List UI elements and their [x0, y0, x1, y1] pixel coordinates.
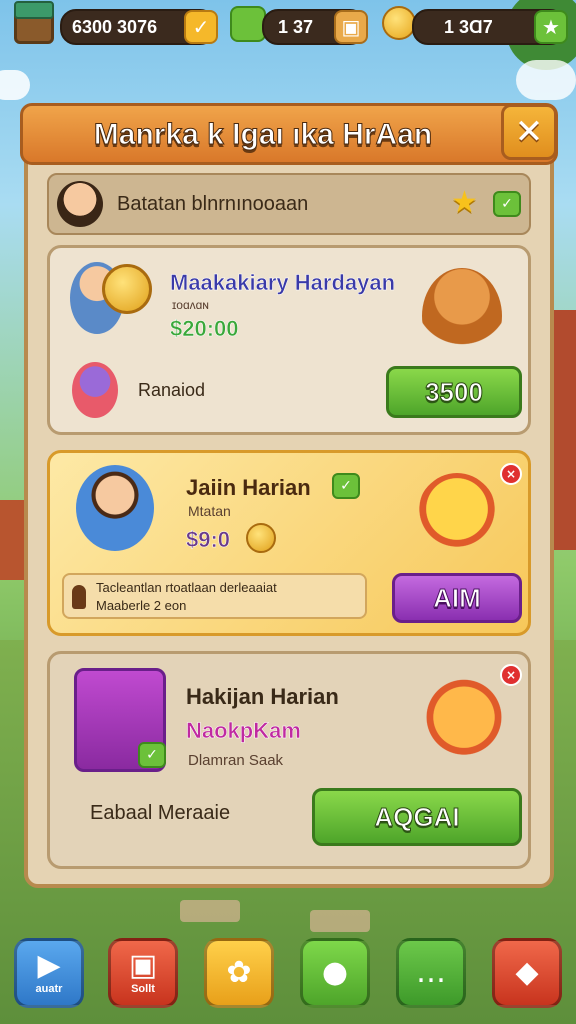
- notification-badge: ×: [500, 463, 522, 485]
- nav-gift-button[interactable]: ◆: [492, 938, 562, 1008]
- player-subbar: Batatan blnrnınooaan ★ ✓: [47, 173, 531, 235]
- checkmark-icon: ✓: [138, 742, 166, 768]
- card-amount: $9:0: [186, 527, 231, 553]
- card-secondary-label: Eabaal Meraaie: [90, 802, 231, 824]
- background-stone: [180, 900, 240, 922]
- info-line: Maaberle 2 eon: [96, 598, 187, 613]
- nav-label: auatr: [35, 983, 63, 995]
- bell-icon: [72, 585, 86, 609]
- golden-coin-icon: [102, 264, 152, 314]
- task-card: ✓ Hakijan Harian NaokpKam Dlamran Saak ×…: [47, 651, 531, 869]
- background-cloud: [516, 60, 576, 100]
- resource-energy-value: 1 37: [278, 16, 314, 37]
- bear-mascot: [422, 268, 502, 364]
- play-icon: ▶: [37, 948, 61, 983]
- subbar-label: Batatan blnrnınooaan: [117, 192, 309, 215]
- panel-header: Manrka k Igaı ıka HrAan ✕: [20, 103, 558, 165]
- card-subtitle: Mtatan: [188, 503, 231, 519]
- checkmark-icon: ✓: [332, 473, 360, 499]
- card-title: Jaiin Harian: [186, 475, 311, 500]
- chat-bubble-icon: ●: [321, 955, 349, 990]
- background-cloud: [0, 70, 30, 100]
- claim-button[interactable]: 3500: [386, 366, 522, 418]
- close-button[interactable]: ✕: [501, 104, 557, 160]
- star-icon: ★: [451, 185, 478, 220]
- card-secondary-label: Ranaiod: [138, 380, 206, 400]
- info-box: Tacleantlan rtoatlaan derleaaiat Maaberl…: [62, 573, 367, 619]
- chick-mascot: [416, 473, 498, 563]
- notification-badge: ×: [500, 664, 522, 686]
- chest-resource-icon: [14, 1, 54, 44]
- card-title: Maakakiary Hardayan: [170, 270, 396, 296]
- panel-title: Manrka k Igaı ıka HrAan: [93, 118, 433, 152]
- task-card-highlighted: Jaiin Harian ✓ Mtatan $9:0 × Tacleantlan…: [47, 450, 531, 636]
- orange-mascot: [422, 674, 506, 770]
- nav-puzzle-button[interactable]: ✿: [204, 938, 274, 1008]
- resource-gems: 6300 3076 ✓: [60, 9, 218, 45]
- card-amount: $20:00: [170, 316, 239, 342]
- task-card: Maakakiary Hardayan ɪoɑʌɑɴ $20:00 Ranaio…: [47, 245, 531, 435]
- coin-icon: [246, 523, 276, 553]
- shop-box-icon: ▣: [128, 948, 158, 983]
- nav-shop-button[interactable]: ▣ Sollt: [108, 938, 178, 1008]
- resource-coins-value: 1 3Ɑ7: [444, 16, 493, 37]
- aim-button[interactable]: AIM: [392, 573, 522, 623]
- nav-play-button[interactable]: ▶ auatr: [14, 938, 84, 1008]
- background-stone: [310, 910, 370, 932]
- resource-gems-value: 6300 3076: [72, 16, 158, 37]
- add-energy-button[interactable]: ▣: [334, 10, 368, 44]
- background-house: [0, 500, 25, 580]
- resource-bar: 6300 3076 ✓ 1 37 ▣ 1 3Ɑ7 ★: [0, 0, 576, 50]
- add-coins-button[interactable]: ★: [534, 10, 568, 44]
- nav-chat-button[interactable]: ●: [300, 938, 370, 1008]
- card-title: Hakijan Harian: [186, 684, 339, 709]
- card-highlight: NaokpKam: [186, 718, 301, 744]
- resource-energy: 1 37 ▣: [262, 9, 368, 45]
- accept-button[interactable]: AQGAI: [312, 788, 522, 846]
- card-subtitle: Dlamran Saak: [188, 752, 284, 769]
- nav-message-button[interactable]: …: [396, 938, 466, 1008]
- player-avatar: [57, 181, 103, 227]
- nav-label: Sollt: [131, 983, 155, 995]
- card-subtitle: ɪoɑʌɑɴ: [172, 298, 209, 312]
- gift-icon: ◆: [515, 955, 539, 990]
- checkmark-icon[interactable]: ✓: [493, 191, 521, 217]
- message-icon: …: [416, 955, 446, 990]
- purple-character: [72, 362, 118, 418]
- boy-character: [76, 465, 154, 551]
- puzzle-icon: ✿: [226, 955, 252, 990]
- resource-coins: 1 3Ɑ7 ★: [412, 9, 568, 45]
- info-line: Tacleantlan rtoatlaan derleaaiat: [96, 580, 277, 595]
- add-gems-button[interactable]: ✓: [184, 10, 218, 44]
